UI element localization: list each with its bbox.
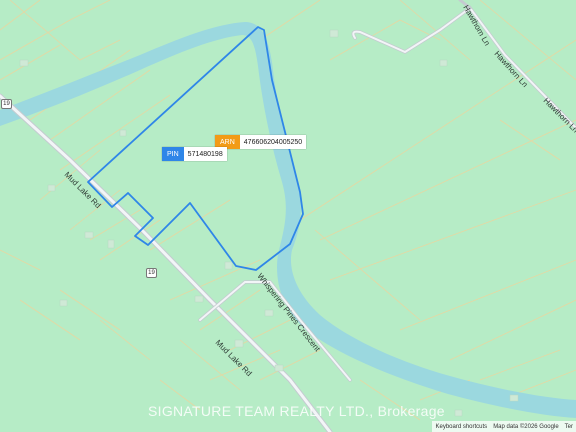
road-label-hawthorn-1: Hawthorn Ln: [461, 4, 491, 48]
brokerage-watermark: SIGNATURE TEAM REALTY LTD., Brokerage: [148, 403, 445, 419]
keyboard-shortcuts-link[interactable]: Keyboard shortcuts: [435, 424, 487, 430]
road-hawthorn[interactable]: [351, 5, 576, 130]
arn-tag[interactable]: ARN 476606204005250: [215, 135, 307, 149]
map-attribution: Keyboard shortcuts Map data ©2026 Google…: [432, 421, 576, 432]
pin-tag[interactable]: PIN 571480198: [162, 147, 227, 161]
pin-tag-key: PIN: [162, 147, 184, 161]
map-canvas[interactable]: Mud Lake Rd Mud Lake Rd Whispering Pines…: [0, 0, 576, 432]
map-data-credit: Map data ©2026 Google: [493, 423, 559, 430]
terms-link[interactable]: Ter: [565, 424, 573, 430]
arn-tag-value: 476606204005250: [239, 135, 307, 149]
route-shield-icon: 19: [146, 268, 157, 278]
road-label-mud-lake-lower: Mud Lake Rd: [214, 338, 254, 378]
road-label-hawthorn-2: Hawthorn Ln: [493, 49, 530, 89]
river: [0, 22, 576, 418]
pin-tag-value: 571480198: [183, 147, 227, 161]
route-shield-icon: 19: [1, 99, 12, 109]
road-label-hawthorn-3: Hawthorn Ln: [542, 96, 576, 134]
